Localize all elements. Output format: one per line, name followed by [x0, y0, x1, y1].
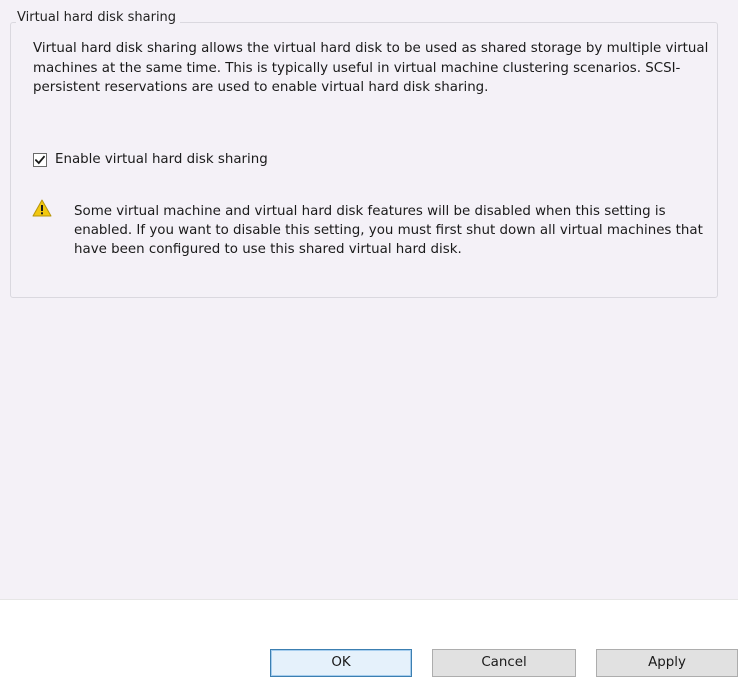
apply-button[interactable]: Apply: [596, 649, 738, 677]
cancel-button[interactable]: Cancel: [432, 649, 576, 677]
warning-message: Some virtual machine and virtual hard di…: [74, 204, 703, 258]
enable-sharing-label[interactable]: Enable virtual hard disk sharing: [55, 150, 268, 169]
enable-sharing-checkbox[interactable]: [33, 152, 47, 167]
checkmark-icon: [35, 155, 45, 164]
sharing-description: Virtual hard disk sharing allows the vir…: [33, 41, 709, 95]
enable-sharing-checkbox-row[interactable]: Enable virtual hard disk sharing: [33, 150, 268, 169]
settings-panel: Virtual hard disk sharing Virtual hard d…: [0, 0, 738, 599]
ok-button[interactable]: OK: [270, 649, 412, 677]
warning-icon: [32, 199, 52, 217]
groupbox-title: Virtual hard disk sharing: [16, 10, 181, 26]
